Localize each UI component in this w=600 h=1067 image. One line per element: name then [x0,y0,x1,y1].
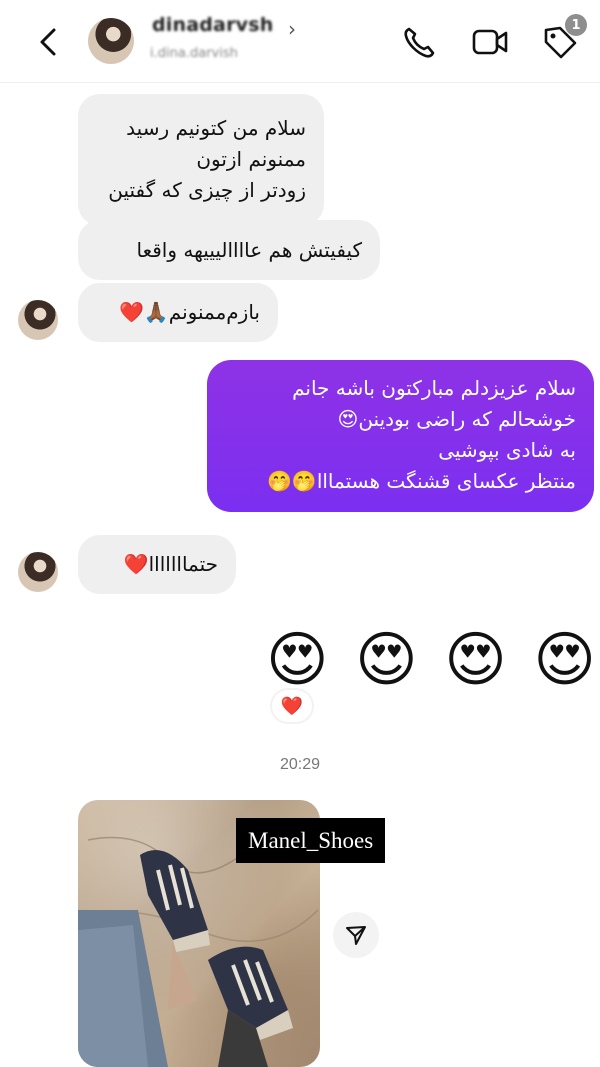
outgoing-message[interactable]: سلام عزیزدلم مبارکتون باشه جانم خوشحالم … [207,360,594,512]
message-line: سلام من کتونیم رسید [126,116,306,140]
message-line: زودتر از چیزی که گفتین [108,178,306,202]
incoming-message[interactable]: بازم‌ممنونم🙏🏾❤️ [78,283,278,342]
contact-name[interactable]: dinadarvsh [152,14,273,36]
phone-icon [404,27,435,58]
incoming-message[interactable]: کیفیتش هم عاااالیییهه واقعا [78,220,380,280]
sender-avatar[interactable] [18,552,58,592]
share-button[interactable] [333,912,379,958]
heart-eyes-emoji: 😍 [266,625,329,695]
back-button[interactable] [30,22,66,62]
message-line: به شادی بپوشیی [438,438,576,462]
incoming-message[interactable]: سلام من کتونیم رسید ممنونم ازتون زودتر ا… [78,94,324,226]
message-line: منتظر عکسای قشنگت هستمااا🤭🤭 [267,469,576,493]
message-line: ممنونم ازتون [196,147,306,171]
heart-icon: ❤️ [280,695,304,717]
video-call-button[interactable] [470,22,510,62]
message-line: خوشحالم که راضی بودینن😍 [337,407,576,431]
message-line: سلام عزیزدلم مبارکتون باشه جانم [292,376,576,400]
incoming-message[interactable]: حتمااااااا❤️ [78,535,236,594]
message-line: کیفیتش هم عاااالیییهه واقعا [136,238,362,262]
photo-caption: Manel_Shoes [236,818,386,863]
contact-username: i.dina.darvish [150,46,238,61]
chevron-right-icon[interactable]: › [288,17,296,41]
chat-header: dinadarvsh › i.dina.darvish 1 [0,0,600,83]
message-line: حتمااااااا❤️ [123,552,218,576]
heart-eyes-emoji: 😍 [444,625,507,695]
send-icon [346,926,366,945]
heart-eyes-emoji: 😍 [355,625,418,695]
heart-reaction[interactable]: ❤️ [272,690,312,722]
call-button[interactable] [400,22,440,62]
sender-avatar[interactable] [18,300,58,340]
video-camera-icon [472,29,508,55]
heart-eyes-emoji: 😍 [533,625,596,695]
back-arrow-icon [40,28,56,56]
message-timestamp: 20:29 [279,756,321,773]
contact-avatar[interactable] [88,18,134,64]
notification-badge: 1 [565,14,587,36]
message-line: بازم‌ممنونم🙏🏾❤️ [118,300,260,324]
emoji-message[interactable]: 😍 😍 😍 😍 [266,620,596,700]
